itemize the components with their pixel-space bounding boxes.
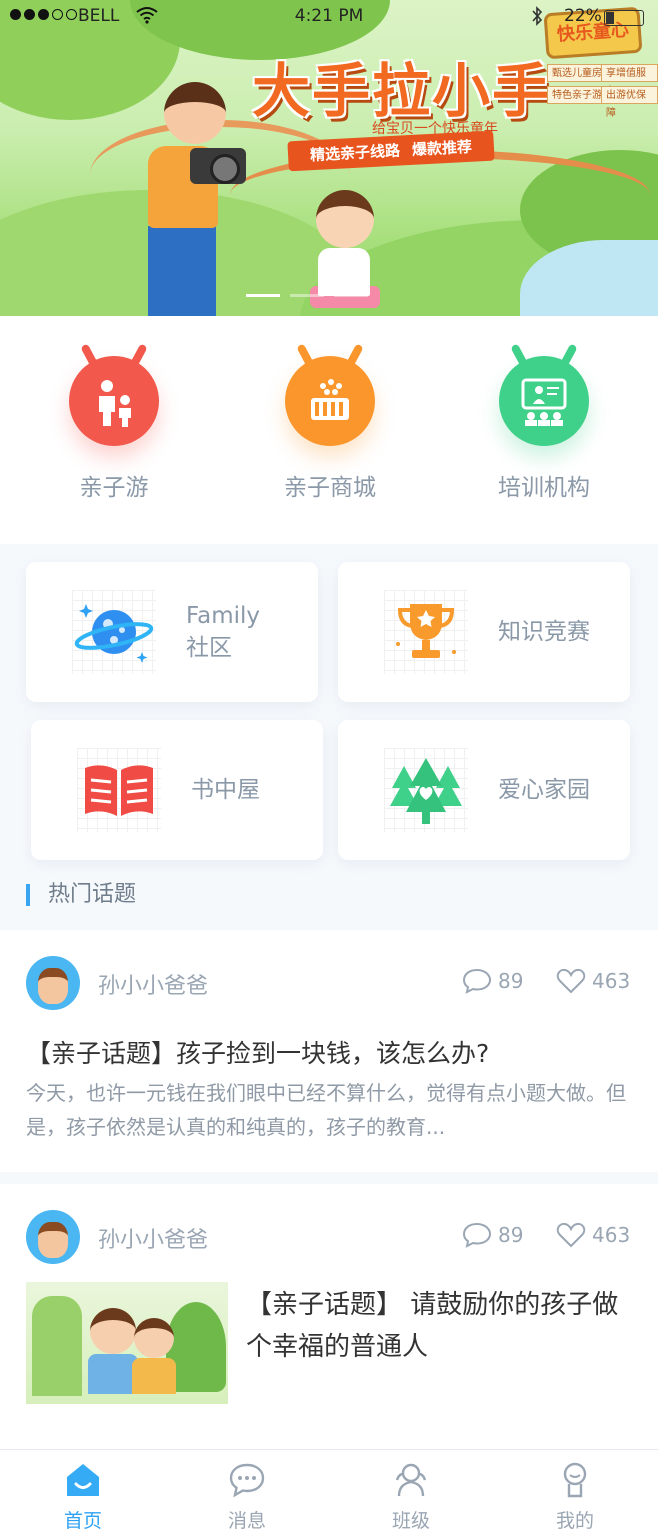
card-label: 社区: [186, 635, 232, 661]
tab-label: 班级: [391, 1510, 430, 1532]
banner-tag: 出游优保障: [601, 86, 658, 119]
camera-icon: [190, 148, 246, 184]
card-label: Family: [186, 603, 261, 629]
section-title-hot-topics: 热门话题: [26, 884, 136, 906]
card-label: 爱心家园: [498, 777, 590, 803]
comment-count-value: 89: [498, 1223, 524, 1247]
card-text: 知识竞赛: [498, 562, 590, 702]
post-card[interactable]: 孙小小爸爸 89 463 【亲子话题】 请鼓励你的孩子做个幸福的普通人: [0, 1184, 658, 1430]
card-family-community[interactable]: Family 社区: [26, 562, 318, 702]
card-text: Family 社区: [186, 562, 260, 702]
avatar[interactable]: [26, 956, 80, 1010]
comment-count[interactable]: 89: [462, 968, 523, 994]
divider: [0, 1172, 658, 1184]
category-parent-child-mall[interactable]: 亲子商城: [250, 356, 410, 502]
battery-percent: 22%: [564, 6, 602, 26]
banner-title: 大手拉小手: [252, 57, 553, 125]
family-icon: [69, 356, 159, 446]
status-bar: BELL 4:21 PM 22%: [0, 0, 658, 34]
like-count[interactable]: 463: [556, 1222, 630, 1248]
banner-ribbon-right: 爆款推荐: [411, 137, 473, 159]
banner-ribbon-left: 精选亲子线路: [309, 141, 401, 165]
battery-icon: [604, 10, 644, 26]
banner-tag: 特色亲子游: [547, 86, 607, 104]
banner-tag: 享增值服务: [601, 64, 658, 97]
carousel-dot-active[interactable]: [246, 294, 280, 297]
card-book-house[interactable]: 书中屋: [31, 720, 323, 860]
category-label: 亲子商城: [284, 475, 376, 501]
carousel-dot[interactable]: [334, 294, 368, 297]
heart-icon: [556, 1222, 586, 1248]
like-count-value: 463: [592, 969, 631, 993]
like-count-value: 463: [592, 1223, 631, 1247]
classroom-icon: [499, 356, 589, 446]
card-label: 书中屋: [191, 777, 260, 803]
banner-father-illustration: [140, 70, 246, 316]
post-title[interactable]: 【亲子话题】孩子捡到一块钱，该怎么办?: [26, 1034, 489, 1070]
category-row: 亲子游 亲子商城 培训机构: [0, 316, 658, 544]
tab-label: 我的: [555, 1510, 594, 1532]
post-title[interactable]: 【亲子话题】 请鼓励你的孩子做个幸福的普通人: [246, 1284, 632, 1368]
carousel-dot[interactable]: [290, 294, 324, 297]
card-text: 爱心家园: [498, 720, 590, 860]
like-count[interactable]: 463: [556, 968, 630, 994]
tab-label: 首页: [63, 1510, 102, 1532]
status-time: 4:21 PM: [294, 6, 364, 26]
banner-carousel[interactable]: 大手拉小手 给宝贝一个快乐童年 精选亲子线路 爆款推荐 快乐童心 甄选儿童房 享增…: [0, 0, 658, 316]
post-card[interactable]: 孙小小爸爸 89 463 【亲子话题】孩子捡到一块钱，该怎么办? 今天，也许一元…: [0, 930, 658, 1172]
post-username[interactable]: 孙小小爸爸: [98, 968, 208, 1000]
post-thumbnail[interactable]: [26, 1282, 228, 1404]
home-icon: [63, 1460, 103, 1500]
bluetooth-icon: [530, 6, 544, 31]
planet-icon: [72, 590, 156, 674]
trees-heart-icon: [384, 748, 468, 832]
category-parent-child-travel[interactable]: 亲子游: [34, 356, 194, 502]
shopping-basket-icon: [285, 356, 375, 446]
comment-icon: [462, 968, 492, 994]
card-love-home[interactable]: 爱心家园: [338, 720, 630, 860]
avatar[interactable]: [26, 1210, 80, 1264]
heart-icon: [556, 968, 586, 994]
category-label: 亲子游: [79, 475, 149, 501]
card-knowledge-contest[interactable]: 知识竞赛: [338, 562, 630, 702]
profile-icon: [555, 1460, 595, 1500]
tab-class[interactable]: 班级: [356, 1450, 466, 1535]
feature-grid: Family 社区 知识竞赛 书中屋 爱心家园 热门话题: [0, 544, 658, 930]
message-icon: [227, 1460, 267, 1500]
tab-profile[interactable]: 我的: [520, 1450, 630, 1535]
banner-tag: 甄选儿童房: [547, 64, 607, 82]
category-training-institution[interactable]: 培训机构: [464, 356, 624, 502]
tab-label: 消息: [227, 1510, 266, 1532]
comment-icon: [462, 1222, 492, 1248]
class-icon: [391, 1460, 431, 1500]
post-username[interactable]: 孙小小爸爸: [98, 1222, 208, 1254]
book-icon: [77, 748, 161, 832]
post-excerpt: 今天，也许一元钱在我们眼中已经不算什么，觉得有点小题大做。但是，孩子依然是认真的…: [26, 1081, 626, 1139]
tab-messages[interactable]: 消息: [192, 1450, 302, 1535]
banner-child-illustration: [300, 190, 390, 316]
carousel-indicator: [246, 294, 368, 297]
bottom-tab-bar: 首页 消息 班级 我的: [0, 1449, 658, 1535]
tab-home[interactable]: 首页: [28, 1450, 138, 1535]
comment-count-value: 89: [498, 969, 524, 993]
category-label: 培训机构: [498, 475, 590, 501]
comment-count[interactable]: 89: [462, 1222, 523, 1248]
card-text: 书中屋: [191, 720, 260, 860]
card-label: 知识竞赛: [498, 619, 590, 645]
trophy-icon: [384, 590, 468, 674]
